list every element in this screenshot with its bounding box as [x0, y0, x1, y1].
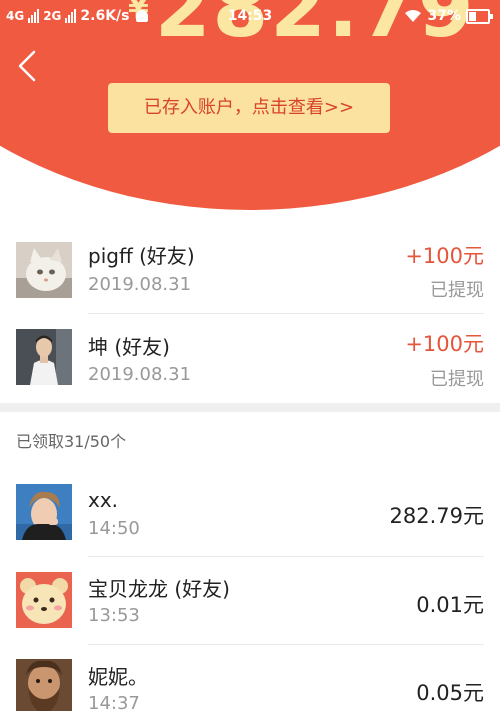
- section-separator: [0, 403, 500, 412]
- claim-time: 14:37: [88, 693, 140, 711]
- bearded-man-avatar: [16, 659, 72, 711]
- battery-percent: 37%: [427, 8, 461, 24]
- claim-amount: 0.05元: [416, 681, 484, 705]
- cat-avatar: [16, 242, 72, 298]
- friend-row[interactable]: pigff (好友) 2019.08.31 +100元 已提现: [0, 226, 500, 314]
- claimer-name: xx.: [88, 488, 119, 512]
- view-account-button[interactable]: 已存入账户，点击查看>>: [108, 83, 390, 133]
- back-arrow-icon[interactable]: [14, 48, 46, 84]
- friend-amount: +100元: [405, 332, 484, 356]
- claimer-name: 宝贝龙龙 (好友): [88, 577, 230, 601]
- claim-amount: 282.79元: [389, 504, 484, 528]
- claim-time: 13:53: [88, 605, 140, 626]
- friend-date: 2019.08.31: [88, 274, 192, 295]
- red-packet-detail-page: ¥282.79 4G 2G 2.6K/s 14:53 37% 已存入账户，点击查…: [0, 0, 500, 711]
- battery-icon: [466, 8, 493, 24]
- claimer-name: 妮妮。: [88, 665, 148, 689]
- bear-avatar: [16, 572, 72, 628]
- friend-amount: +100元: [405, 244, 484, 268]
- status-bar: 4G 2G 2.6K/s 14:53 37%: [0, 0, 500, 36]
- claim-amount: 0.01元: [416, 593, 484, 617]
- withdraw-status: 已提现: [430, 280, 484, 301]
- status-right: 37%: [404, 8, 493, 24]
- friend-name: 坤 (好友): [88, 335, 170, 359]
- claim-time: 14:50: [88, 518, 140, 539]
- claim-row[interactable]: 宝贝龙龙 (好友) 13:53 0.01元: [0, 557, 500, 645]
- man-avatar: [16, 329, 72, 385]
- friend-date: 2019.08.31: [88, 364, 192, 385]
- boy-avatar: [16, 484, 72, 540]
- claim-row[interactable]: 妮妮。 14:37 0.05元: [0, 645, 500, 711]
- friend-row[interactable]: 坤 (好友) 2019.08.31 +100元 已提现: [0, 314, 500, 402]
- wifi-icon: [405, 10, 422, 22]
- friend-name: pigff (好友): [88, 244, 195, 268]
- claim-row[interactable]: xx. 14:50 282.79元: [0, 468, 500, 556]
- claimed-count: 已领取31/50个: [16, 432, 127, 451]
- withdraw-status: 已提现: [430, 369, 484, 390]
